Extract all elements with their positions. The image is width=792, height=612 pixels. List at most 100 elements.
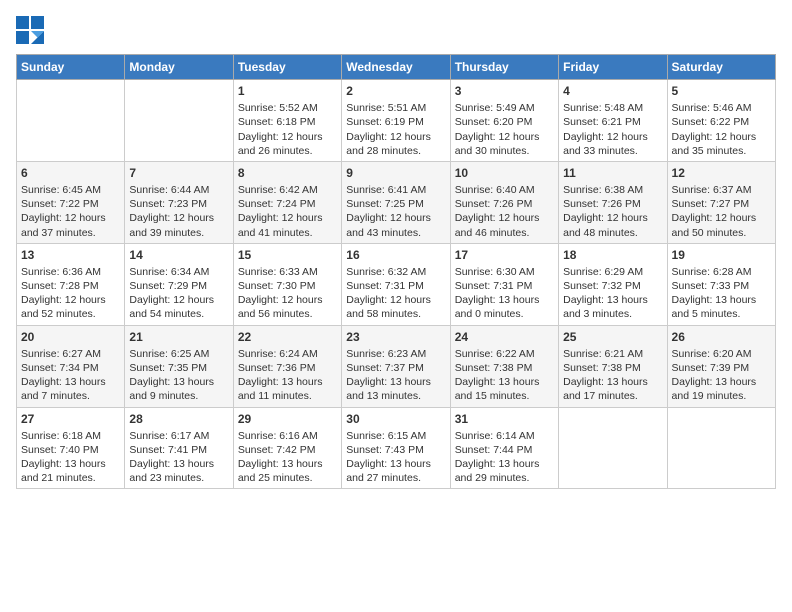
calendar-day-cell: 30Sunrise: 6:15 AMSunset: 7:43 PMDayligh… [342,407,450,489]
calendar-day-cell: 20Sunrise: 6:27 AMSunset: 7:34 PMDayligh… [17,325,125,407]
day-info-line: Sunset: 7:31 PM [455,279,554,293]
weekday-header-cell: Monday [125,55,233,80]
day-info-line: Sunset: 6:20 PM [455,115,554,129]
day-info-line: Daylight: 13 hours [129,375,228,389]
day-info-line: and 27 minutes. [346,471,445,485]
day-number: 14 [129,247,228,263]
day-info-line: Daylight: 13 hours [238,457,337,471]
day-info-line: Sunset: 7:26 PM [563,197,662,211]
day-info-line: Sunrise: 6:20 AM [672,347,771,361]
day-info-line: Daylight: 12 hours [21,211,120,225]
day-info-line: Daylight: 12 hours [672,211,771,225]
calendar-day-cell: 16Sunrise: 6:32 AMSunset: 7:31 PMDayligh… [342,243,450,325]
day-info-line: and 3 minutes. [563,307,662,321]
day-number: 17 [455,247,554,263]
day-info-line: Sunset: 6:21 PM [563,115,662,129]
day-info-line: Sunrise: 6:38 AM [563,183,662,197]
calendar-day-cell: 12Sunrise: 6:37 AMSunset: 7:27 PMDayligh… [667,161,775,243]
day-info-line: Sunrise: 6:16 AM [238,429,337,443]
day-number: 21 [129,329,228,345]
calendar-week-row: 13Sunrise: 6:36 AMSunset: 7:28 PMDayligh… [17,243,776,325]
day-info-line: Sunset: 7:35 PM [129,361,228,375]
calendar-day-cell: 11 Sunrise: 6:38 AMSunset: 7:26 PMDayligh… [559,161,667,243]
day-info-line: Sunrise: 6:33 AM [238,265,337,279]
day-info-line: Sunrise: 6:23 AM [346,347,445,361]
day-info-line: Sunrise: 6:22 AM [455,347,554,361]
day-info-line: and 23 minutes. [129,471,228,485]
calendar-day-cell: 6Sunrise: 6:45 AMSunset: 7:22 PMDaylight… [17,161,125,243]
day-info-line: and 17 minutes. [563,389,662,403]
calendar-day-cell [667,407,775,489]
day-number: 29 [238,411,337,427]
day-info-line: and 37 minutes. [21,226,120,240]
day-info-line: and 33 minutes. [563,144,662,158]
day-info-line: and 11 minutes. [238,389,337,403]
day-info-line: Sunset: 7:37 PM [346,361,445,375]
day-info-line: Daylight: 12 hours [129,293,228,307]
day-number: 11 [563,165,662,181]
day-info-line: and 41 minutes. [238,226,337,240]
day-info-line: Sunrise: 6:21 AM [563,347,662,361]
calendar-day-cell: 15Sunrise: 6:33 AMSunset: 7:30 PMDayligh… [233,243,341,325]
day-info-line: and 9 minutes. [129,389,228,403]
day-info-line: Daylight: 13 hours [238,375,337,389]
day-info-line: Daylight: 12 hours [563,211,662,225]
calendar-day-cell: 14Sunrise: 6:34 AMSunset: 7:29 PMDayligh… [125,243,233,325]
day-info-line: Daylight: 12 hours [346,211,445,225]
calendar-day-cell: 26Sunrise: 6:20 AMSunset: 7:39 PMDayligh… [667,325,775,407]
day-number: 20 [21,329,120,345]
calendar-day-cell: 18Sunrise: 6:29 AMSunset: 7:32 PMDayligh… [559,243,667,325]
calendar-body: 1Sunrise: 5:52 AMSunset: 6:18 PMDaylight… [17,80,776,489]
day-info-line: and 26 minutes. [238,144,337,158]
day-info-line: and 28 minutes. [346,144,445,158]
day-info-line: Sunset: 7:39 PM [672,361,771,375]
day-info-line: and 15 minutes. [455,389,554,403]
day-info-line: and 21 minutes. [21,471,120,485]
day-number: 3 [455,83,554,99]
day-info-line: Daylight: 13 hours [455,293,554,307]
day-info-line: Daylight: 12 hours [238,293,337,307]
day-info-line: Daylight: 13 hours [672,293,771,307]
day-info-line: and 56 minutes. [238,307,337,321]
day-number: 25 [563,329,662,345]
day-info-line: Daylight: 13 hours [346,457,445,471]
day-info-line: and 30 minutes. [455,144,554,158]
day-info-line: Sunrise: 6:42 AM [238,183,337,197]
calendar-day-cell: 29Sunrise: 6:16 AMSunset: 7:42 PMDayligh… [233,407,341,489]
calendar-week-row: 1Sunrise: 5:52 AMSunset: 6:18 PMDaylight… [17,80,776,162]
calendar-day-cell: 22Sunrise: 6:24 AMSunset: 7:36 PMDayligh… [233,325,341,407]
day-info-line: Daylight: 12 hours [346,293,445,307]
day-info-line: Sunrise: 6:40 AM [455,183,554,197]
day-number: 5 [672,83,771,99]
day-info-line: Sunrise: 5:51 AM [346,101,445,115]
day-info-line: Sunrise: 5:52 AM [238,101,337,115]
day-info-line: Daylight: 12 hours [21,293,120,307]
day-info-line: and 39 minutes. [129,226,228,240]
day-info-line: Daylight: 13 hours [21,375,120,389]
calendar-day-cell [125,80,233,162]
day-info-line: Daylight: 13 hours [21,457,120,471]
day-info-line: and 5 minutes. [672,307,771,321]
day-info-line: Sunset: 7:24 PM [238,197,337,211]
day-number: 6 [21,165,120,181]
day-number: 19 [672,247,771,263]
day-info-line: Sunset: 7:43 PM [346,443,445,457]
day-number: 22 [238,329,337,345]
day-number: 2 [346,83,445,99]
day-info-line: Sunset: 7:28 PM [21,279,120,293]
day-info-line: Sunset: 7:33 PM [672,279,771,293]
day-info-line: Sunrise: 6:36 AM [21,265,120,279]
calendar-day-cell: 28Sunrise: 6:17 AMSunset: 7:41 PMDayligh… [125,407,233,489]
day-info-line: Sunrise: 6:14 AM [455,429,554,443]
day-info-line: Daylight: 13 hours [129,457,228,471]
day-number: 27 [21,411,120,427]
day-number: 15 [238,247,337,263]
day-info-line: Sunrise: 5:46 AM [672,101,771,115]
calendar-day-cell [17,80,125,162]
day-info-line: Sunrise: 5:49 AM [455,101,554,115]
day-info-line: Sunrise: 6:37 AM [672,183,771,197]
calendar-week-row: 6Sunrise: 6:45 AMSunset: 7:22 PMDaylight… [17,161,776,243]
weekday-header-cell: Wednesday [342,55,450,80]
day-info-line: Sunset: 6:18 PM [238,115,337,129]
day-info-line: Sunset: 7:40 PM [21,443,120,457]
